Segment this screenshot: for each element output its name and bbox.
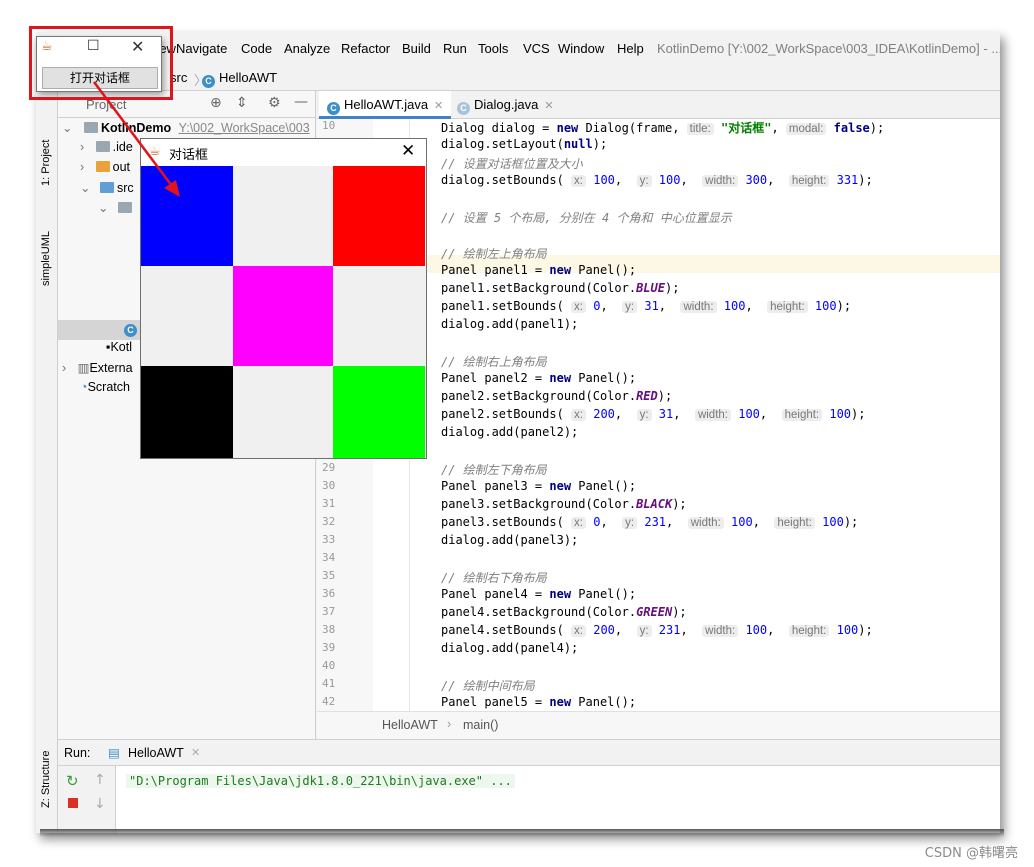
annotation-arrow (93, 81, 180, 197)
watermark: CSDN @韩曙亮 (924, 846, 1018, 861)
